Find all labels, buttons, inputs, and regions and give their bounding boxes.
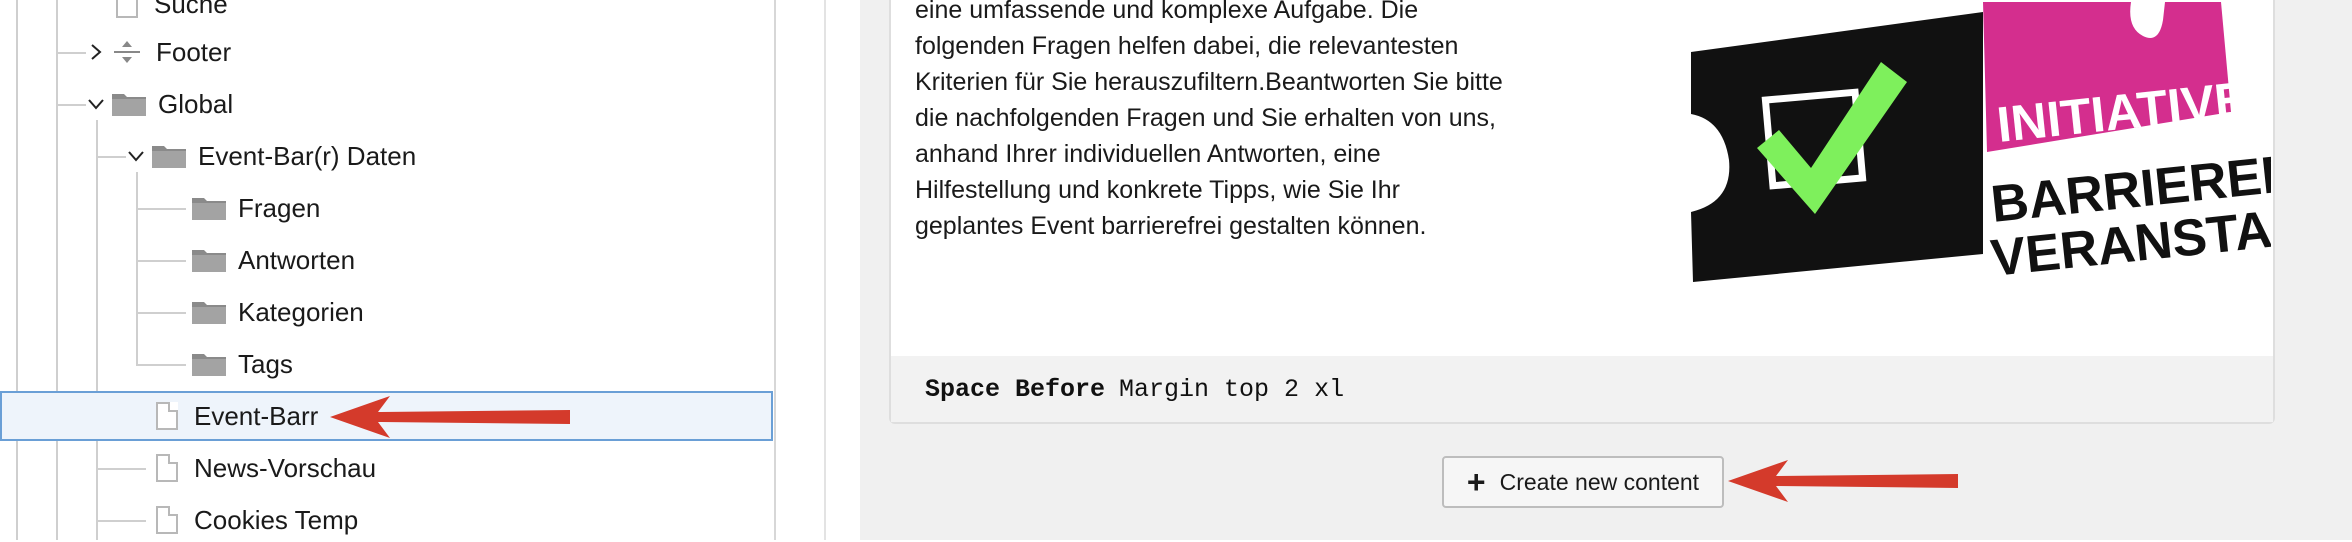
tree-guide-line	[56, 104, 86, 106]
tree-item-label: Suche	[154, 0, 228, 19]
tree-item-footer[interactable]: Footer	[112, 30, 231, 74]
page-tree: Suche Footer Global Event-Bar(r) Daten F…	[0, 0, 775, 540]
folder-icon	[112, 92, 146, 116]
plus-icon: +	[1466, 464, 1486, 500]
folder-icon	[192, 196, 226, 220]
text-line: Hilfestellung und konkrete Tipps, wie Si…	[915, 176, 1400, 204]
tree-item-tags[interactable]: Tags	[192, 342, 293, 386]
folder-icon	[192, 248, 226, 272]
tree-item-event-barr[interactable]: Event-Barr	[156, 394, 318, 438]
folder-icon	[152, 144, 186, 168]
annotation-arrow-icon	[1728, 460, 1958, 502]
module-divider	[824, 0, 826, 540]
text-line: eine umfassende und komplexe Aufgabe. Di…	[915, 0, 1419, 24]
page-icon	[156, 402, 178, 430]
tree-guide-line	[56, 0, 58, 540]
tree-guide-line	[96, 520, 146, 522]
folder-icon	[192, 300, 226, 324]
text-line: folgenden Fragen helfen dabei, die relev…	[915, 32, 1459, 60]
tree-item-label: Footer	[156, 36, 232, 67]
content-element-text: eine umfassende und komplexe Aufgabe. Di…	[915, 0, 1595, 244]
folder-icon	[192, 352, 226, 376]
page-icon	[116, 0, 138, 18]
tree-item-label: Fragen	[238, 192, 321, 223]
content-element-footer: Space Before Margin top 2 xl	[891, 356, 2273, 422]
tree-item-cookies-temp[interactable]: Cookies Temp	[156, 498, 358, 542]
tree-item-fragen[interactable]: Fragen	[192, 186, 320, 230]
chevron-right-icon[interactable]	[86, 42, 106, 62]
tree-guide-line	[136, 260, 186, 262]
text-line: die nachfolgenden Fragen und Sie erhalte…	[915, 104, 1496, 132]
tree-item-label: Cookies Temp	[194, 504, 359, 535]
tree-item-antworten[interactable]: Antworten	[192, 238, 355, 282]
tree-guide-line	[136, 172, 138, 364]
tree-item-label: News-Vorschau	[194, 452, 377, 483]
footer-value: Margin top 2 xl	[1119, 374, 1345, 404]
tree-item-label: Global	[158, 88, 234, 119]
module-gap	[776, 0, 824, 540]
annotation-arrow-icon	[330, 396, 570, 438]
chevron-down-icon[interactable]	[126, 146, 146, 166]
separator-icon	[112, 40, 142, 64]
tree-item-suche[interactable]: Suche	[116, 0, 228, 26]
tree-item-label: Antworten	[238, 244, 356, 275]
tree-guide-line	[136, 312, 186, 314]
tree-item-label: Event-Barr	[194, 400, 319, 431]
tree-guide-line	[96, 120, 98, 540]
initiative-logo: INITIATIVE BARRIEREFREI VERANSTALTEN	[1691, 2, 2271, 288]
content-element-card[interactable]: eine umfassende und komplexe Aufgabe. Di…	[889, 0, 2275, 424]
create-new-content-button[interactable]: + Create new content	[1442, 456, 1724, 508]
tree-item-event-barr-daten[interactable]: Event-Bar(r) Daten	[152, 134, 416, 178]
chevron-down-icon[interactable]	[86, 94, 106, 114]
text-line: geplantes Event barrierefrei gestalten k…	[915, 212, 1427, 240]
tree-guide-line	[96, 468, 146, 470]
tree-item-news-vorschau[interactable]: News-Vorschau	[156, 446, 376, 490]
text-line: anhand Ihrer individuellen Antworten, ei…	[915, 140, 1381, 168]
create-new-content-label: Create new content	[1499, 468, 1700, 495]
text-line: Kriterien für Sie herauszufiltern.Beantw…	[915, 68, 1503, 96]
tree-item-global[interactable]: Global	[112, 82, 233, 126]
tree-item-label: Event-Bar(r) Daten	[198, 140, 417, 171]
footer-key: Space Before	[925, 374, 1106, 404]
page-icon	[156, 506, 178, 534]
tree-item-label: Tags	[238, 348, 293, 379]
tree-guide-line	[96, 156, 126, 158]
tree-item-kategorien[interactable]: Kategorien	[192, 290, 364, 334]
tree-item-label: Kategorien	[238, 296, 364, 327]
page-icon	[156, 454, 178, 482]
tree-guide-line	[16, 0, 18, 540]
tree-guide-line	[56, 52, 86, 54]
tree-guide-line	[136, 364, 186, 366]
tree-guide-line	[136, 208, 186, 210]
